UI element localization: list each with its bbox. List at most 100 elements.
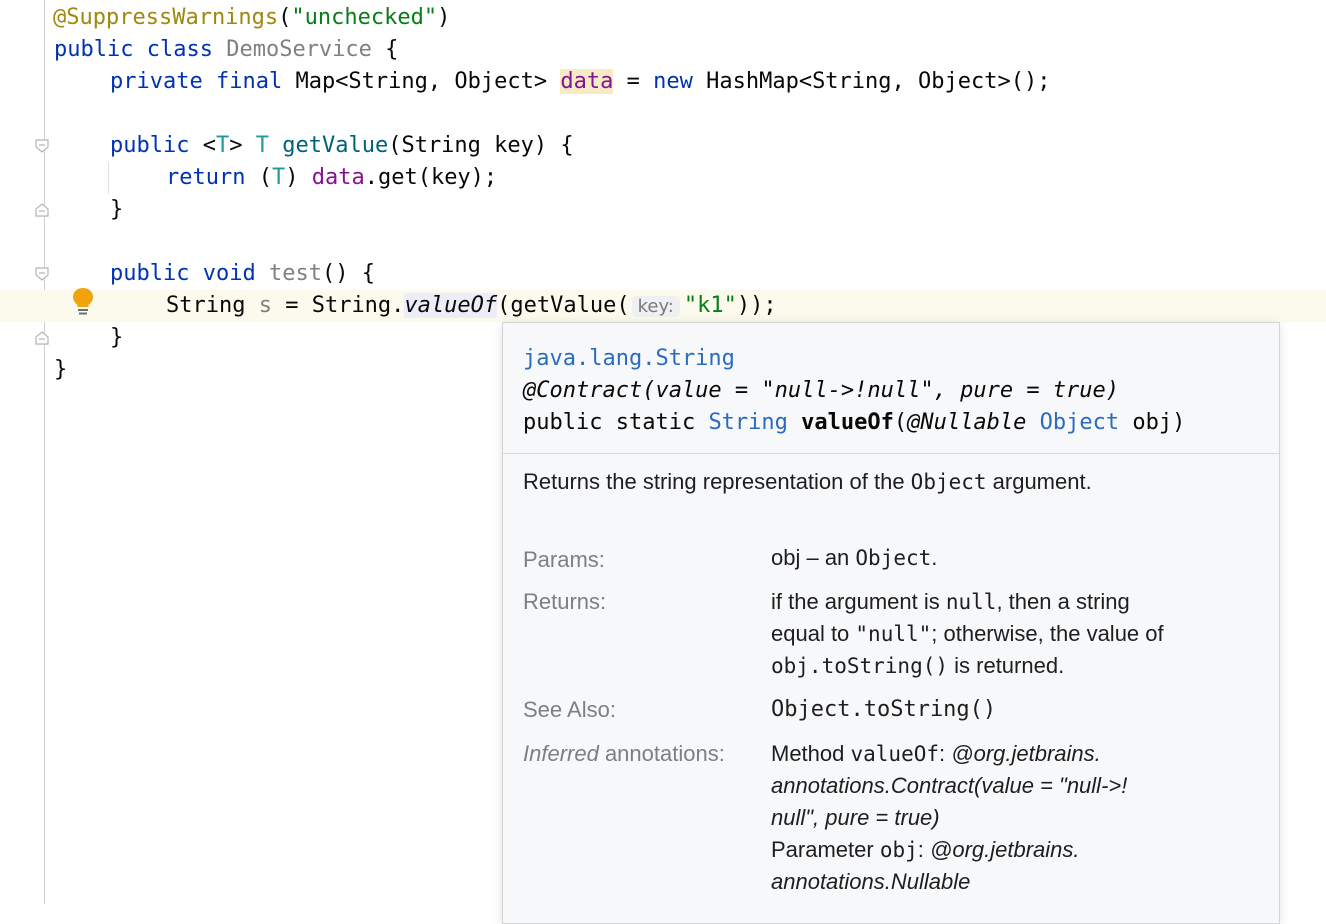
- code-token: {: [371, 37, 399, 62]
- code-token: (String key) {: [388, 133, 574, 158]
- inferred-text: :: [939, 741, 952, 766]
- type-token: Map<String, Object>: [295, 69, 548, 94]
- returns-code: null: [945, 590, 997, 614]
- code-token: >: [229, 133, 243, 158]
- returns-label: Returns:: [523, 589, 607, 614]
- inferred-line: annotations.Contract(value = "null->!: [771, 773, 1128, 798]
- signature-paren: (: [893, 410, 908, 435]
- inferred-code: obj: [879, 838, 918, 862]
- inferred-annotation: @org.jetbrains.: [930, 837, 1080, 862]
- code-token: }: [110, 325, 124, 350]
- code-line-6[interactable]: return (T) data.get(key);: [45, 162, 1326, 194]
- class-name-token: DemoService: [226, 37, 372, 62]
- code-line-9[interactable]: public void test() {: [45, 258, 1326, 290]
- quick-documentation-popup[interactable]: java.lang.String @Contract(value = "null…: [502, 322, 1280, 924]
- code-token: String: [166, 293, 259, 318]
- code-token: (getValue(: [497, 293, 630, 318]
- inferred-text: Parameter: [771, 837, 880, 862]
- doc-description: Returns the string representation of the…: [503, 454, 1279, 498]
- see-also-label: See Also:: [523, 697, 616, 722]
- nullable-annotation: @Nullable: [907, 410, 1027, 435]
- param-type-link[interactable]: Object: [1040, 410, 1119, 435]
- code-token: }: [110, 197, 124, 222]
- method-decl-token: getValue: [282, 133, 389, 158]
- keyword-token: public: [54, 37, 134, 62]
- editor-gutter: [0, 0, 49, 904]
- code-line-3[interactable]: private final Map<String, Object> data =…: [45, 66, 1326, 98]
- field-token: data: [311, 165, 365, 190]
- parameter-hint: key:: [631, 296, 680, 317]
- returns-line: equal to "null"; otherwise, the value of: [771, 618, 1251, 650]
- code-token: =: [613, 69, 654, 94]
- returns-text: ; otherwise, the value of: [931, 621, 1164, 646]
- code-token: (: [278, 5, 292, 30]
- inferred-line: Method valueOf: @org.jetbrains.: [771, 738, 1251, 770]
- method-call-token[interactable]: valueOf: [404, 293, 498, 318]
- code-token: ));: [736, 293, 777, 318]
- code-token: }: [54, 357, 68, 382]
- code-token: () {: [321, 261, 375, 286]
- keyword-token: new: [653, 69, 693, 94]
- desc-text: Returns the string representation of the: [523, 469, 911, 494]
- lightbulb-icon[interactable]: [71, 287, 95, 315]
- signature-modifiers: public static: [523, 410, 709, 435]
- see-also-link[interactable]: Object.toString(): [771, 694, 1251, 726]
- keyword-token: public: [110, 261, 190, 286]
- returns-text: if the argument is: [771, 589, 946, 614]
- code-line-7[interactable]: }: [45, 194, 1326, 226]
- doc-signature: java.lang.String @Contract(value = "null…: [503, 323, 1279, 454]
- contract-annotation: @Contract(value = "null->!null", pure = …: [523, 378, 1120, 403]
- inferred-annotation: @org.jetbrains.: [951, 741, 1101, 766]
- params-label: Params:: [523, 547, 605, 572]
- inferred-em: Inferred: [523, 741, 599, 766]
- keyword-token: final: [215, 69, 283, 94]
- method-name: valueOf: [801, 410, 894, 435]
- params-text: .: [931, 545, 938, 570]
- inferred-text: :: [917, 837, 930, 862]
- inferred-text: Method: [771, 741, 851, 766]
- inferred-text: annotations:: [598, 741, 725, 766]
- return-type-link[interactable]: String: [708, 410, 787, 435]
- params-value: obj – an Object.: [771, 542, 1251, 574]
- keyword-token: class: [146, 37, 213, 62]
- code-line-1[interactable]: @SuppressWarnings("unchecked"): [45, 2, 1326, 34]
- string-token: "unchecked": [291, 5, 438, 30]
- inferred-line: Parameter obj: @org.jetbrains.: [771, 834, 1251, 866]
- keyword-token: return: [166, 165, 246, 190]
- desc-text: argument.: [986, 469, 1092, 494]
- returns-text: , then a string: [996, 589, 1130, 614]
- code-line-10-current[interactable]: String s = String.valueOf(getValue(key: "…: [0, 290, 1326, 322]
- inferred-line: null", pure = true): [771, 805, 940, 830]
- type-param-token: T: [271, 165, 286, 190]
- string-token: "k1": [683, 293, 737, 318]
- variable-token: s: [258, 293, 272, 318]
- returns-value: if the argument is null, then a string e…: [771, 586, 1251, 682]
- type-param-token: T: [255, 133, 269, 158]
- inferred-code: valueOf: [850, 742, 940, 766]
- returns-text: is returned.: [948, 653, 1065, 678]
- returns-line: if the argument is null, then a string: [771, 586, 1251, 618]
- params-code: Object: [855, 546, 932, 570]
- code-token: <: [202, 133, 216, 158]
- code-token: HashMap<String, Object>();: [692, 69, 1051, 94]
- code-token: .get(key);: [364, 165, 498, 190]
- type-param-token: T: [215, 133, 230, 158]
- inferred-line: annotations.Nullable: [771, 869, 971, 894]
- returns-text: equal to: [771, 621, 856, 646]
- keyword-token: public: [110, 133, 190, 158]
- params-text: obj – an: [771, 545, 856, 570]
- code-line-2[interactable]: public class DemoService {: [45, 34, 1326, 66]
- keyword-token: void: [202, 261, 256, 286]
- code-line-5[interactable]: public <T> T getValue(String key) {: [45, 130, 1326, 162]
- annotation-token: @SuppressWarnings: [53, 5, 279, 30]
- code-token: ): [437, 5, 451, 30]
- method-decl-token: test: [268, 261, 322, 286]
- keyword-token: private: [110, 69, 203, 94]
- code-token: (: [245, 165, 272, 190]
- returns-code: obj.toString(): [771, 654, 949, 678]
- field-token: data: [560, 69, 614, 94]
- class-link[interactable]: java.lang.String: [523, 346, 735, 371]
- inferred-annotations-label: Inferred annotations:: [523, 738, 725, 770]
- inferred-annotations-value: Method valueOf: @org.jetbrains. annotati…: [771, 738, 1251, 898]
- code-token: = String.: [271, 293, 405, 318]
